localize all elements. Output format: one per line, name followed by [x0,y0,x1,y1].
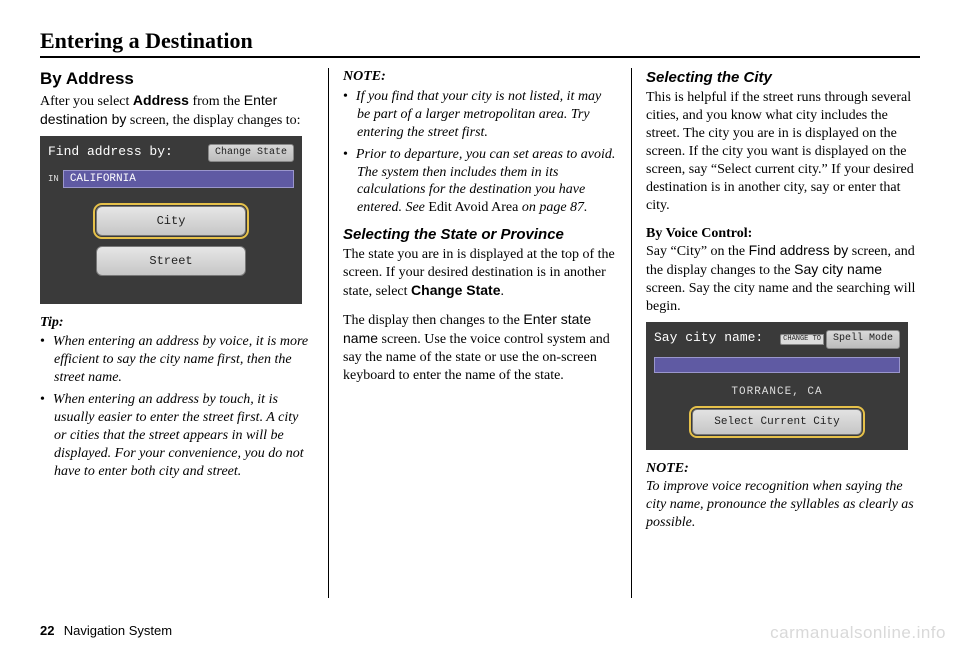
vp-t3: screen. Say the city name and the search… [646,281,915,314]
shot1-center: City Street [48,206,294,276]
intro-t1: After you select [40,94,133,109]
col-2: NOTE: If you find that your city is not … [328,68,631,598]
note-label-c3: NOTE: [646,460,920,478]
title-rule [40,56,920,58]
shot1-title-row: Find address by: Change State [48,144,294,163]
footer: 22 Navigation System [40,623,172,639]
select-current-city-button[interactable]: Select Current City [692,409,862,435]
state-p2a: The display then changes to the [343,313,523,328]
h3-city: Selecting the City [646,68,920,87]
found-city: TORRANCE, CA [654,385,900,399]
vp-s2: Say city name [794,261,882,277]
n2c: on page 87. [518,200,587,215]
intro-b1: Address [133,92,189,108]
state-p2c: screen. Use the voice control system and… [343,332,610,383]
intro-t3: screen, the display changes to: [126,113,300,128]
shot2-title-row: Say city name: CHANGE TO Spell Mode [654,330,900,349]
h2-by-address: By Address [40,68,314,90]
note-text-c3: To improve voice recognition when saying… [646,478,920,532]
shot2-center: TORRANCE, CA Select Current City [654,385,900,435]
col-1: By Address After you select Address from… [40,68,328,598]
tip-label: Tip: [40,314,314,332]
n2b: Edit Avoid Area [428,200,518,215]
state-p1: The state you are in is displayed at the… [343,246,617,301]
state-p2: The display then changes to the Enter st… [343,311,617,385]
state-field[interactable]: CALIFORNIA [63,170,294,188]
voice-label: By Voice Control: [646,226,752,241]
state-p1c: . [501,284,505,299]
change-to-label: CHANGE TO [780,334,824,345]
change-state-button[interactable]: Change State [208,144,294,163]
footer-label: Navigation System [64,623,172,638]
page-title: Entering a Destination [40,28,920,54]
spell-mode-button[interactable]: Spell Mode [826,330,900,349]
tip-item-1: When entering an address by voice, it is… [40,333,314,387]
page-number: 22 [40,623,54,638]
vp-t1: Say “City” on the [646,244,749,259]
col-3: Selecting the City This is helpful if th… [631,68,920,598]
intro-paragraph: After you select Address from the Enter … [40,92,314,130]
note-list-c2: If you find that your city is not listed… [343,88,617,217]
shot1-title: Find address by: [48,144,173,161]
say-city-screenshot: Say city name: CHANGE TO Spell Mode TORR… [646,322,908,450]
watermark: carmanualsonline.info [770,623,946,643]
page: Entering a Destination By Address After … [0,0,960,655]
find-address-screenshot: Find address by: Change State IN CALIFOR… [40,136,302,304]
intro-t2: from the [189,94,244,109]
in-label: IN [48,174,59,186]
tip-list: When entering an address by voice, it is… [40,333,314,480]
shot2-pillgroup: CHANGE TO Spell Mode [780,330,900,349]
tip-item-2: When entering an address by touch, it is… [40,391,314,481]
city-button[interactable]: City [96,206,246,236]
shot2-title: Say city name: [654,330,763,347]
note-label-c2: NOTE: [343,68,617,86]
columns: By Address After you select Address from… [40,68,920,598]
vp-s1: Find address by [749,242,849,258]
note-item-1: If you find that your city is not listed… [343,88,617,142]
city-p1: This is helpful if the street runs throu… [646,89,920,214]
shot1-in-row: IN CALIFORNIA [48,170,294,188]
state-p1b: Change State [411,282,500,298]
shot2-in-row [654,357,900,373]
street-button[interactable]: Street [96,246,246,276]
h3-state: Selecting the State or Province [343,225,617,244]
voice-control-block: By Voice Control: Say “City” on the Find… [646,225,920,317]
note-item-2: Prior to departure, you can set areas to… [343,146,617,218]
city-name-field[interactable] [654,357,900,373]
